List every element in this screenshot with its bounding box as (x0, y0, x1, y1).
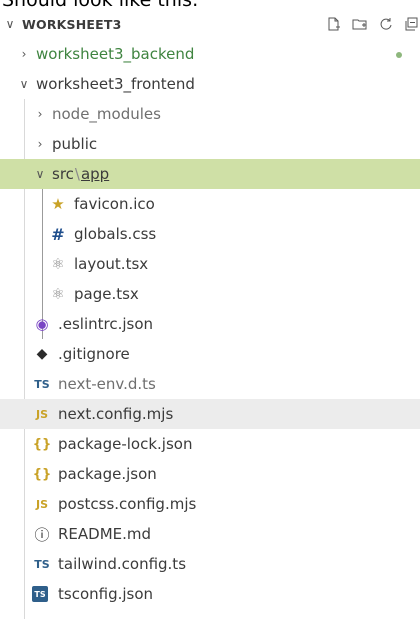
explorer-root-title: WORKSHEET3 (22, 16, 122, 32)
tree-item-label: next-env.d.ts (58, 375, 156, 393)
tree-item-tsconfig[interactable]: TS tsconfig.json (0, 579, 420, 609)
tree-item-label: package.json (58, 465, 157, 483)
tree-item-layout-tsx[interactable]: ⚛ layout.tsx (0, 249, 420, 279)
tree-item-page-tsx[interactable]: ⚛ page.tsx (0, 279, 420, 309)
javascript-icon: JS (35, 407, 48, 421)
tree-item-label: package-lock.json (58, 435, 193, 453)
chevron-right-icon: › (37, 137, 43, 151)
chevron-down-icon: ∨ (19, 77, 29, 91)
tree-item-worksheet3-backend[interactable]: › worksheet3_backend (0, 39, 420, 69)
tree-item-favicon[interactable]: ★ favicon.ico (0, 189, 420, 219)
tree-item-label: page.tsx (74, 285, 139, 303)
tree-item-label: postcss.config.mjs (58, 495, 197, 513)
tree-item-worksheet3-frontend[interactable]: ∨ worksheet3_frontend (0, 69, 420, 99)
tree-item-public[interactable]: › public (0, 129, 420, 159)
chevron-down-icon: ∨ (5, 17, 15, 31)
tree-item-label-src: src (52, 165, 74, 183)
tree-item-globals-css[interactable]: # globals.css (0, 219, 420, 249)
tree-item-label: tsconfig.json (58, 585, 154, 603)
react-icon: ⚛ (51, 285, 65, 303)
tree-item-next-config[interactable]: JS next.config.mjs (0, 399, 420, 429)
new-file-icon[interactable] (326, 16, 342, 32)
tree-item-label: next.config.mjs (58, 405, 174, 423)
tree-item-package-json[interactable]: {} package.json (0, 459, 420, 489)
modified-dot-icon (396, 52, 402, 58)
chevron-right-icon: › (21, 47, 27, 61)
refresh-icon[interactable] (378, 16, 394, 32)
new-folder-icon[interactable] (352, 16, 368, 32)
tree-item-label: public (52, 135, 98, 153)
tree-item-label: node_modules (52, 105, 161, 123)
tree-item-label: worksheet3_backend (36, 45, 195, 63)
tree-item-package-lock[interactable]: {} package-lock.json (0, 429, 420, 459)
typescript-icon: TS (34, 377, 50, 391)
tree-item-next-env[interactable]: TS next-env.d.ts (0, 369, 420, 399)
tree-item-label: tailwind.config.ts (58, 555, 187, 573)
chevron-down-icon: ∨ (35, 167, 45, 181)
javascript-icon: JS (35, 497, 48, 511)
tree-item-tailwind-config[interactable]: TS tailwind.config.ts (0, 549, 420, 579)
tree-item-label: .gitignore (58, 345, 130, 363)
path-separator: \ (74, 165, 80, 183)
info-icon: ⓘ (34, 525, 50, 544)
star-icon: ★ (51, 195, 65, 213)
tree-item-label: .eslintrc.json (58, 315, 154, 333)
react-icon: ⚛ (51, 255, 65, 273)
explorer-root-header[interactable]: ∨ WORKSHEET3 (0, 9, 420, 39)
explorer-actions (326, 9, 420, 39)
json-icon: {} (32, 436, 52, 452)
tree-item-label: favicon.ico (74, 195, 155, 213)
tree-item-readme[interactable]: ⓘ README.md (0, 519, 420, 549)
typescript-icon: TS (34, 557, 50, 571)
git-icon: ◆ (36, 346, 48, 362)
tree-item-node-modules[interactable]: › node_modules (0, 99, 420, 129)
tree-item-postcss-config[interactable]: JS postcss.config.mjs (0, 489, 420, 519)
tree-item-label-app: app (80, 165, 110, 183)
tree-item-src-app[interactable]: ∨ src \ app (0, 159, 420, 189)
tree-item-label: worksheet3_frontend (36, 75, 195, 93)
tree-item-eslintrc[interactable]: ◉ .eslintrc.json (0, 309, 420, 339)
tree-item-label: README.md (58, 525, 152, 543)
tree-item-label: layout.tsx (74, 255, 149, 273)
collapse-all-icon[interactable] (404, 16, 420, 32)
chevron-right-icon: › (37, 107, 43, 121)
tsconfig-icon: TS (32, 586, 48, 602)
tree-item-label: globals.css (74, 225, 157, 243)
eslint-icon: ◉ (35, 315, 49, 333)
json-icon: {} (32, 466, 52, 482)
hash-icon: # (51, 224, 65, 244)
tree-item-gitignore[interactable]: ◆ .gitignore (0, 339, 420, 369)
